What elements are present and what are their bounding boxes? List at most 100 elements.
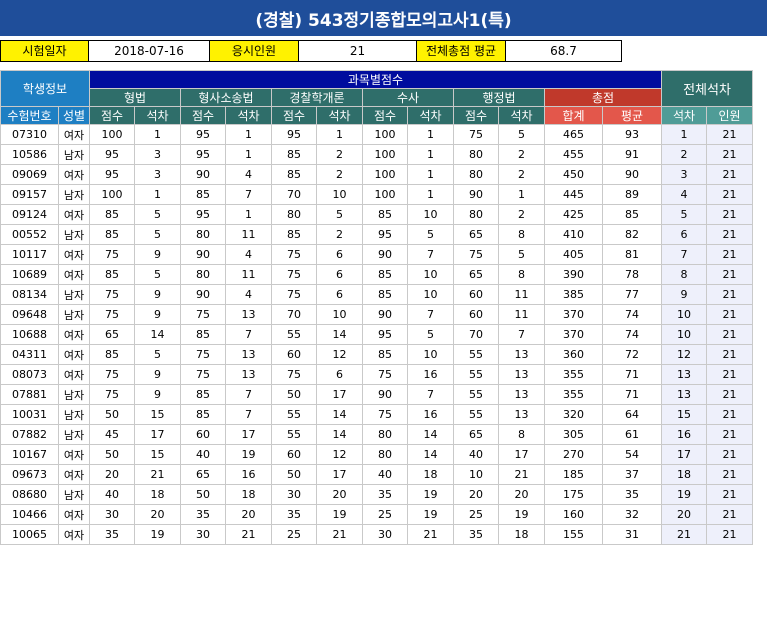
cell-rank[interactable]: 3	[134, 164, 181, 185]
cell-score[interactable]: 85	[362, 284, 408, 305]
cell-score[interactable]: 80	[180, 224, 226, 245]
cell-score[interactable]: 40	[89, 484, 135, 505]
cell-rank[interactable]: 9	[134, 304, 181, 325]
cell-average[interactable]: 78	[602, 264, 662, 285]
cell-score[interactable]: 25	[362, 504, 408, 525]
cell-score[interactable]: 35	[271, 504, 317, 525]
cell-score[interactable]: 30	[271, 484, 317, 505]
cell-rank[interactable]: 18	[498, 524, 545, 545]
cell-count[interactable]: 21	[706, 224, 753, 245]
cell-score[interactable]: 30	[362, 524, 408, 545]
cell-score[interactable]: 100	[362, 184, 408, 205]
cell-score[interactable]: 90	[362, 384, 408, 405]
cell-rank[interactable]: 13	[498, 384, 545, 405]
cell-rank[interactable]: 10	[407, 264, 454, 285]
cell-overall-rank[interactable]: 13	[661, 384, 707, 405]
cell-count[interactable]: 21	[706, 524, 753, 545]
applicants-value[interactable]: 21	[299, 40, 417, 62]
cell-score[interactable]: 85	[89, 264, 135, 285]
cell-average[interactable]: 64	[602, 404, 662, 425]
cell-score[interactable]: 65	[453, 424, 499, 445]
cell-rank[interactable]: 14	[316, 424, 363, 445]
cell-rank[interactable]: 4	[225, 244, 272, 265]
cell-count[interactable]: 21	[706, 164, 753, 185]
cell-score[interactable]: 95	[362, 224, 408, 245]
cell-id[interactable]: 07881	[0, 384, 59, 405]
cell-rank[interactable]: 6	[316, 284, 363, 305]
cell-average[interactable]: 61	[602, 424, 662, 445]
cell-score[interactable]: 70	[453, 324, 499, 345]
cell-sum[interactable]: 155	[544, 524, 603, 545]
cell-sex[interactable]: 여자	[58, 164, 90, 185]
cell-average[interactable]: 32	[602, 504, 662, 525]
cell-sex[interactable]: 남자	[58, 144, 90, 165]
cell-id[interactable]: 07882	[0, 424, 59, 445]
cell-sum[interactable]: 160	[544, 504, 603, 525]
cell-id[interactable]: 10689	[0, 264, 59, 285]
cell-rank[interactable]: 2	[498, 204, 545, 225]
cell-count[interactable]: 21	[706, 384, 753, 405]
cell-rank[interactable]: 17	[316, 384, 363, 405]
cell-score[interactable]: 95	[180, 144, 226, 165]
cell-rank[interactable]: 7	[225, 404, 272, 425]
cell-rank[interactable]: 13	[498, 404, 545, 425]
cell-id[interactable]: 08680	[0, 484, 59, 505]
cell-score[interactable]: 100	[89, 124, 135, 145]
cell-rank[interactable]: 12	[316, 344, 363, 365]
cell-rank[interactable]: 19	[134, 524, 181, 545]
cell-score[interactable]: 80	[362, 424, 408, 445]
cell-score[interactable]: 85	[271, 164, 317, 185]
cell-id[interactable]: 09124	[0, 204, 59, 225]
cell-score[interactable]: 75	[362, 364, 408, 385]
cell-rank[interactable]: 10	[407, 344, 454, 365]
cell-count[interactable]: 21	[706, 284, 753, 305]
cell-score[interactable]: 80	[453, 164, 499, 185]
cell-rank[interactable]: 20	[134, 504, 181, 525]
cell-score[interactable]: 50	[180, 484, 226, 505]
cell-rank[interactable]: 20	[225, 504, 272, 525]
cell-rank[interactable]: 8	[498, 264, 545, 285]
cell-id[interactable]: 04311	[0, 344, 59, 365]
cell-overall-rank[interactable]: 17	[661, 444, 707, 465]
cell-rank[interactable]: 11	[225, 264, 272, 285]
cell-sum[interactable]: 405	[544, 244, 603, 265]
cell-rank[interactable]: 21	[316, 524, 363, 545]
cell-score[interactable]: 100	[362, 124, 408, 145]
cell-rank[interactable]: 10	[316, 184, 363, 205]
cell-score[interactable]: 75	[89, 304, 135, 325]
cell-score[interactable]: 55	[271, 404, 317, 425]
cell-overall-rank[interactable]: 7	[661, 244, 707, 265]
cell-rank[interactable]: 5	[316, 204, 363, 225]
cell-rank[interactable]: 15	[134, 404, 181, 425]
cell-score[interactable]: 20	[89, 464, 135, 485]
cell-rank[interactable]: 10	[407, 284, 454, 305]
cell-overall-rank[interactable]: 20	[661, 504, 707, 525]
cell-average[interactable]: 37	[602, 464, 662, 485]
cell-average[interactable]: 82	[602, 224, 662, 245]
cell-id[interactable]: 10586	[0, 144, 59, 165]
cell-score[interactable]: 55	[453, 384, 499, 405]
cell-rank[interactable]: 17	[498, 444, 545, 465]
cell-id[interactable]: 08073	[0, 364, 59, 385]
cell-sum[interactable]: 355	[544, 384, 603, 405]
cell-score[interactable]: 85	[180, 384, 226, 405]
cell-id[interactable]: 07310	[0, 124, 59, 145]
cell-score[interactable]: 40	[362, 464, 408, 485]
cell-rank[interactable]: 18	[225, 484, 272, 505]
cell-overall-rank[interactable]: 1	[661, 124, 707, 145]
cell-count[interactable]: 21	[706, 204, 753, 225]
cell-score[interactable]: 90	[180, 164, 226, 185]
cell-rank[interactable]: 2	[316, 224, 363, 245]
cell-rank[interactable]: 17	[225, 424, 272, 445]
cell-score[interactable]: 80	[271, 204, 317, 225]
cell-score[interactable]: 75	[89, 384, 135, 405]
cell-rank[interactable]: 7	[407, 244, 454, 265]
cell-sex[interactable]: 여자	[58, 504, 90, 525]
cell-average[interactable]: 71	[602, 384, 662, 405]
cell-score[interactable]: 85	[362, 344, 408, 365]
cell-rank[interactable]: 1	[407, 184, 454, 205]
cell-count[interactable]: 21	[706, 484, 753, 505]
cell-rank[interactable]: 18	[134, 484, 181, 505]
cell-score[interactable]: 70	[271, 304, 317, 325]
average-value[interactable]: 68.7	[506, 40, 622, 62]
